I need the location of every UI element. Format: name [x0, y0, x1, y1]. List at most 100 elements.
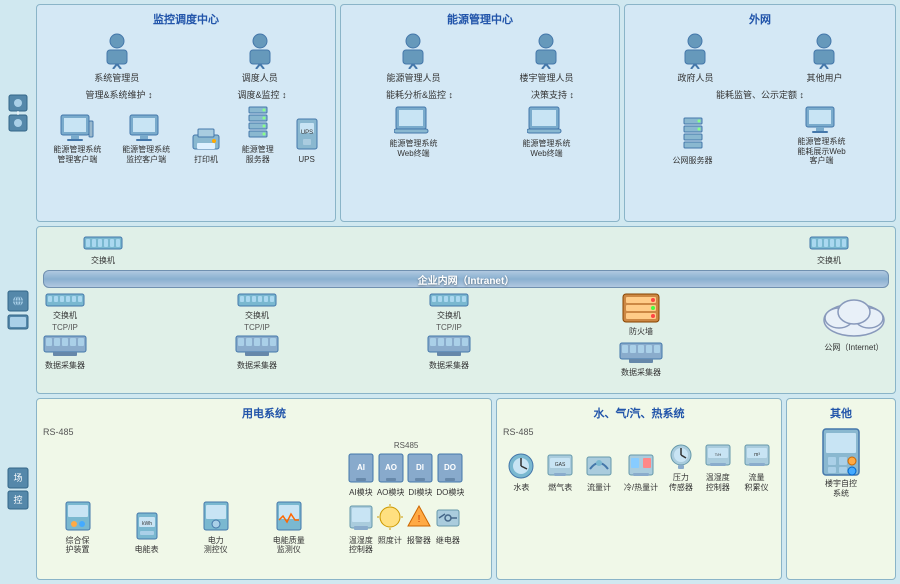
- energy-meter-icon: kWh: [135, 511, 159, 543]
- device-power-ctrl: 电力测控仪: [202, 500, 230, 555]
- panel-electricity-title: 用电系统: [43, 405, 485, 421]
- svg-text:场: 场: [13, 473, 22, 483]
- admin-label: 系统管理员: [94, 71, 139, 84]
- label-ups: UPS: [298, 155, 314, 165]
- device-ups: UPS UPS: [295, 117, 319, 165]
- water-devices-row: 水表 GAS 燃气表: [503, 441, 775, 492]
- person-gov: 政府人员: [677, 33, 713, 84]
- device-water-meter: 水表: [507, 451, 535, 493]
- energy-devices: 能源管理系统Web终端 能源管理系统Web终端: [347, 105, 613, 158]
- rs485-top-label: RS-485: [43, 427, 485, 437]
- label-relay: 继电器: [436, 536, 460, 546]
- device-protection: 综合保护装置: [64, 500, 92, 555]
- panel-other-title: 其他: [793, 405, 889, 421]
- person-icon-dispatcher: [246, 33, 274, 69]
- external-arrows: 能耗监管、公示定额 ↕: [631, 88, 889, 101]
- person-icon-admin: [103, 33, 131, 69]
- cloud-internet-icon: [819, 292, 889, 342]
- computer-icon-2: [128, 113, 164, 143]
- collector-1: 数据采集器: [43, 334, 87, 371]
- net-group-1: 交换机 TCP/IP 数据采集器: [43, 292, 87, 371]
- power-ctrl-icon: [202, 500, 230, 534]
- building-mgr-label: 楼宇管理人员: [519, 71, 573, 84]
- monitoring-arrows: 管理&系统维护 ↕ 调度&监控 ↕: [43, 88, 329, 101]
- svg-text:kWh: kWh: [142, 521, 152, 527]
- monitoring-persons: 系统管理员 调度人员: [43, 33, 329, 84]
- sidebar-left-bottom: 场 控: [4, 398, 32, 580]
- device-building-control: 楼宇自控系统: [821, 427, 861, 498]
- device-illuminance: 照度计: [377, 504, 403, 555]
- server-icon: [243, 105, 273, 143]
- laptop-icon-1: [394, 105, 434, 137]
- device-temp-ctrl: 温湿度控制器: [348, 504, 374, 555]
- intranet-bar: 企业内网（Intranet）: [43, 270, 889, 288]
- person-icon-other: [810, 33, 838, 69]
- label-web-terminal-1: 能源管理系统Web终端: [390, 139, 438, 158]
- svg-text:控: 控: [13, 494, 22, 505]
- cold-heat-icon: [627, 451, 655, 481]
- panel-water-title: 水、气/汽、热系统: [503, 405, 775, 421]
- network-icon-bottom: 场 控: [7, 467, 29, 511]
- laptop-icon-2: [527, 105, 567, 137]
- label-building-control: 楼宇自控系统: [825, 479, 857, 498]
- tcp-label-2: TCP/IP: [244, 323, 270, 332]
- switch-bottom-1: 交换机: [45, 292, 85, 321]
- label-switch-tr: 交换机: [817, 255, 841, 266]
- collector-4: 数据采集器: [619, 341, 663, 378]
- net-group-firewall: 防火墙 数据采集器: [619, 292, 663, 378]
- device-energy-display: 能源管理系统能耗展示Web客户端: [796, 105, 848, 166]
- device-mgmt-client: 能源管理系统管理客户端: [53, 113, 101, 164]
- switch-bottom-3: 交换机: [429, 292, 469, 321]
- network-icon-top: [7, 93, 29, 133]
- label-temp-humidity: 温湿度控制器: [706, 473, 730, 492]
- gov-label: 政府人员: [677, 71, 713, 84]
- label-collector-3: 数据采集器: [429, 360, 469, 371]
- person-system-admin: 系统管理员: [94, 33, 139, 84]
- electricity-devices-row: 综合保护装置 kWh 电能表: [43, 441, 485, 555]
- computer-icon-1: [59, 113, 95, 143]
- svg-text:!: !: [417, 514, 420, 525]
- bottom-network-row: 交换机 TCP/IP 数据采集器: [43, 292, 889, 378]
- label-temp-ctrl: 温湿度控制器: [349, 536, 373, 555]
- arrow-supervision: 能耗监管、公示定额 ↕: [716, 88, 804, 101]
- printer-icon: [191, 125, 221, 153]
- label-pressure: 压力传感器: [669, 473, 693, 492]
- other-user-label: 其他用户: [806, 71, 842, 84]
- dispatcher-label: 调度人员: [242, 71, 278, 84]
- arrow-manage: 管理&系统维护 ↕: [85, 88, 152, 101]
- device-web-terminal-2: 能源管理系统Web终端: [523, 105, 571, 158]
- switch-icon-b2: [237, 292, 277, 308]
- alarm-icon: !: [406, 504, 432, 534]
- panel-external-title: 外网: [631, 11, 889, 27]
- arrow-analysis: 能耗分析&监控 ↕: [386, 88, 453, 101]
- firewall-icon: [621, 292, 661, 324]
- top-section: 监控调度中心 系统管理员: [4, 4, 896, 222]
- main-container: 监控调度中心 系统管理员: [0, 0, 900, 584]
- label-water-meter: 水表: [513, 483, 529, 493]
- label-switch-b3: 交换机: [437, 310, 461, 321]
- device-flow-accum: m³ 流量积累仪: [743, 441, 771, 492]
- pressure-icon: [669, 441, 693, 471]
- label-web-terminal-2: 能源管理系统Web终端: [523, 139, 571, 158]
- temp-humidity-icon: T/H: [704, 441, 732, 471]
- rs485-modules-area: RS485 AI AI模块: [348, 441, 465, 555]
- label-energy-display: 能源管理系统能耗展示Web客户端: [796, 137, 848, 166]
- energy-mgr-label: 能源管理人员: [386, 71, 440, 84]
- label-mgmt-client: 能源管理系统管理客户端: [53, 145, 101, 164]
- panel-network: 交换机 交换机 企业内网（Intranet）: [36, 226, 896, 394]
- svg-text:UPS: UPS: [300, 130, 312, 136]
- flow-meter-icon: [585, 451, 613, 481]
- switch-top-right: 交换机: [809, 233, 849, 266]
- temp-ctrl-icon: [348, 504, 374, 534]
- do-module-icon: DO: [437, 452, 463, 486]
- sub-devices-row: 温湿度控制器 照度计: [348, 504, 465, 555]
- arrow-dispatch: 调度&监控 ↕: [237, 88, 286, 101]
- water-rs485-label: RS-485: [503, 427, 775, 437]
- label-gas-meter: 燃气表: [548, 483, 572, 493]
- switch-icon-b3: [429, 292, 469, 308]
- label-switch-b2: 交换机: [245, 310, 269, 321]
- switch-icon-tr: [809, 233, 849, 253]
- label-ai-module: AI模块: [349, 488, 373, 498]
- panel-energy: 能源管理中心 能源管理人员: [340, 4, 620, 222]
- internet-area: 公网（Internet）: [819, 292, 889, 353]
